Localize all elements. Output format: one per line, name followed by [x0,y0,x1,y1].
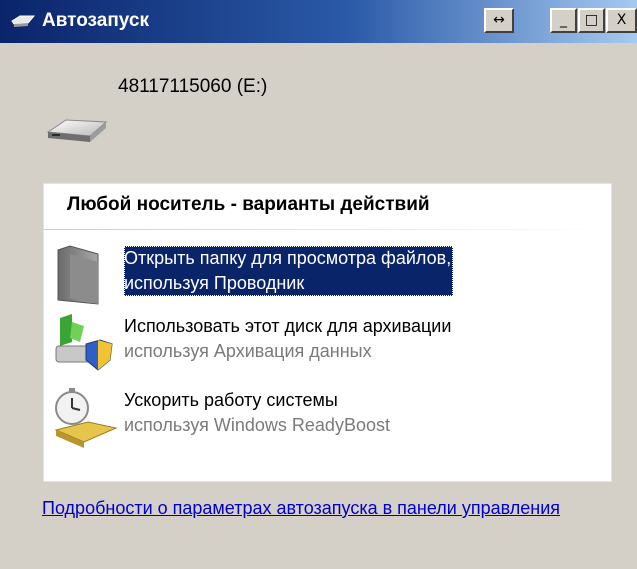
option-title: Использовать этот диск для архивации [124,316,452,336]
option-readyboost[interactable]: Ускорить работу системы используя Window… [50,386,605,450]
autoplay-settings-link[interactable]: Подробности о параметрах автозапуска в п… [42,496,582,521]
option-backup[interactable]: Использовать этот диск для архивации исп… [50,312,605,376]
option-subtitle: используя Проводник [124,273,305,293]
option-title: Ускорить работу системы [124,390,338,410]
option-title: Открыть папку для просмотра файлов, [124,248,452,268]
maximize-button[interactable]: □ [578,8,605,33]
readyboost-icon [54,388,118,448]
resize-button[interactable]: ↔ [484,8,514,33]
window-title: Автозапуск [42,10,149,31]
option-subtitle: используя Архивация данных [124,341,372,361]
device-label: 48117115060 (E:) [118,76,268,97]
panel-divider [44,229,611,230]
option-open-folder[interactable]: Открыть папку для просмотра файлов, испо… [50,244,605,308]
removable-drive-icon [46,119,108,142]
panel-title: Любой носитель - варианты действий [67,194,430,215]
option-subtitle: используя Windows ReadyBoost [124,415,390,435]
actions-panel: Любой носитель - варианты действий Откры… [43,183,612,482]
drive-icon [11,15,36,27]
folder-icon [57,245,99,305]
option-readyboost-text[interactable]: Ускорить работу системы используя Window… [124,388,390,438]
autoplay-window: Автозапуск ↔ _ □ X 48117115060 (E:) Любо… [0,0,637,569]
option-open-folder-text[interactable]: Открыть папку для просмотра файлов, испо… [124,246,454,296]
minimize-button[interactable]: _ [550,8,577,33]
option-backup-text[interactable]: Использовать этот диск для архивации исп… [124,314,451,364]
backup-icon [55,314,113,371]
close-button[interactable]: X [606,8,637,33]
title-bar[interactable]: Автозапуск ↔ _ □ X [0,0,637,43]
